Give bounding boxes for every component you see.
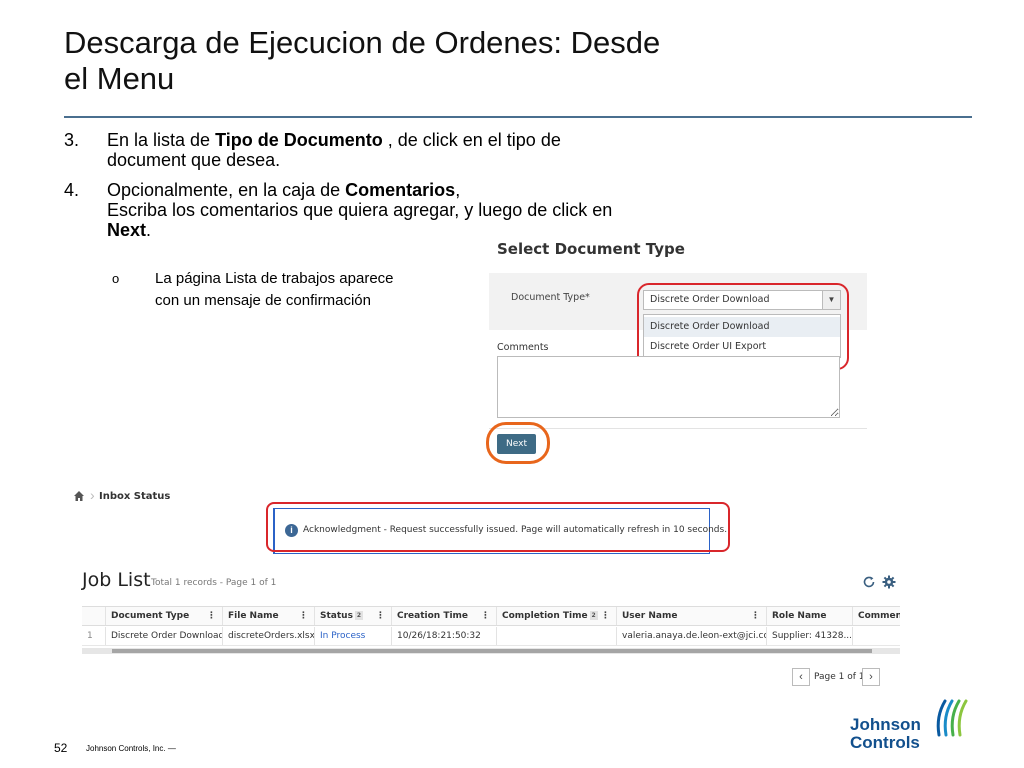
table-row[interactable]: 1 Discrete Order Download discreteOrders… [82,627,900,646]
column-menu-icon[interactable]: ⋮ [207,607,216,625]
cell-completion-time [497,627,617,645]
sort-order-badge: 2 [589,611,598,620]
comments-textarea[interactable] [497,356,840,418]
step-3-bold: Tipo de Documento [215,130,383,150]
header-status[interactable]: Status 2 ⋮ [315,607,392,625]
step-4-pre: Opcionalmente, en la caja de [107,180,346,200]
pagination-label: Page 1 of 1 [814,672,865,682]
chevron-left-icon: ‹ [799,671,803,683]
job-list-table: Document Type ⋮ File Name ⋮ Status 2 ⋮ Creat… [82,606,900,654]
header-completion-time[interactable]: Completion Time 2 ⋮ [497,607,617,625]
step-3-line2: document que desea. [107,150,281,170]
company-logo-icon [936,699,968,737]
column-menu-icon[interactable]: ⋮ [376,607,385,625]
header-file-name[interactable]: File Name ⋮ [223,607,315,625]
highlight-ring-acknowledgment [266,502,730,552]
previous-page-button[interactable]: ‹ [792,668,810,686]
cell-file-name: discreteOrders.xlsx [223,627,315,645]
cell-comment [853,627,900,645]
step-4-bold: Comentarios [345,180,456,200]
step-3-number: 3. [64,130,80,150]
step-4-text: Opcionalmente, en la caja de Comentarios… [107,180,612,240]
slide-title-line1: Descarga de Ejecucion de Ordenes: Desde [64,25,661,60]
column-menu-icon[interactable]: ⋮ [751,607,760,625]
step-4-line2: Escriba los comentarios que quiera agreg… [107,200,613,220]
next-page-button[interactable]: › [862,668,880,686]
page-number: 52 [54,741,68,755]
job-list-record-count: Total 1 records - Page 1 of 1 [151,578,277,588]
step-3-text: En la lista de Tipo de Documento , de cl… [107,130,561,170]
breadcrumb-inbox-status[interactable]: Inbox Status [99,491,170,502]
job-list-title: Job List [82,569,151,591]
header-creation-time[interactable]: Creation Time ⋮ [392,607,497,625]
step-4-post: , [455,180,461,200]
header-document-type[interactable]: Document Type ⋮ [106,607,223,625]
gear-icon[interactable] [882,575,896,589]
sub-bullet-line2: con un mensaje de confirmación [155,292,371,309]
sort-order-badge: 2 [354,611,363,620]
document-type-label: Document Type* [511,292,590,303]
step-4-line3-bold: Next [107,220,147,240]
slide-title-line2: el Menu [64,61,175,96]
refresh-icon[interactable] [862,575,876,589]
step-4-number: 4. [64,180,80,200]
column-menu-icon[interactable]: ⋮ [299,607,308,625]
chevron-right-icon: › [869,671,873,683]
slide-title: Descarga de Ejecucion de Ordenes: Desde … [64,25,764,97]
table-header: Document Type ⋮ File Name ⋮ Status 2 ⋮ Creat… [82,606,900,626]
cell-status[interactable]: In Process [315,627,392,645]
title-divider [64,116,972,118]
column-menu-icon[interactable]: ⋮ [481,607,490,625]
header-role-name[interactable]: Role Name [767,607,853,625]
select-document-type-header: Select Document Type [497,240,685,258]
scrollbar-thumb[interactable] [112,649,872,653]
sub-bullet-line1: La página Lista de trabajos aparece [155,270,394,287]
sub-bullet-text: La página Lista de trabajos aparece con … [155,268,394,312]
cell-role-name: Supplier: 41328... [767,627,853,645]
column-menu-icon[interactable]: ⋮ [601,607,610,625]
company-logo-text: Johnson Controls [850,715,921,752]
cell-user-name: valeria.anaya.de.leon-ext@jci.co... [617,627,767,645]
home-icon[interactable] [73,490,85,502]
sub-bullet-mark: o [112,271,120,286]
cell-creation-time: 10/26/18:21:50:32 [392,627,497,645]
cell-document-type: Discrete Order Download [106,627,223,645]
breadcrumb-separator-icon: › [90,487,95,503]
step-3-post: , de click en el tipo de [382,130,561,150]
footer-text: Johnson Controls, Inc. — [86,744,176,753]
highlight-ring-next [486,422,550,464]
header-index [82,607,106,625]
step-4-line3-post: . [146,220,152,240]
horizontal-scrollbar[interactable] [82,648,900,654]
header-user-name[interactable]: User Name ⋮ [617,607,767,625]
cell-index: 1 [82,627,106,645]
header-comment[interactable]: Comment [853,607,900,625]
comments-label: Comments [497,342,549,353]
step-3-pre: En la lista de [107,130,216,150]
